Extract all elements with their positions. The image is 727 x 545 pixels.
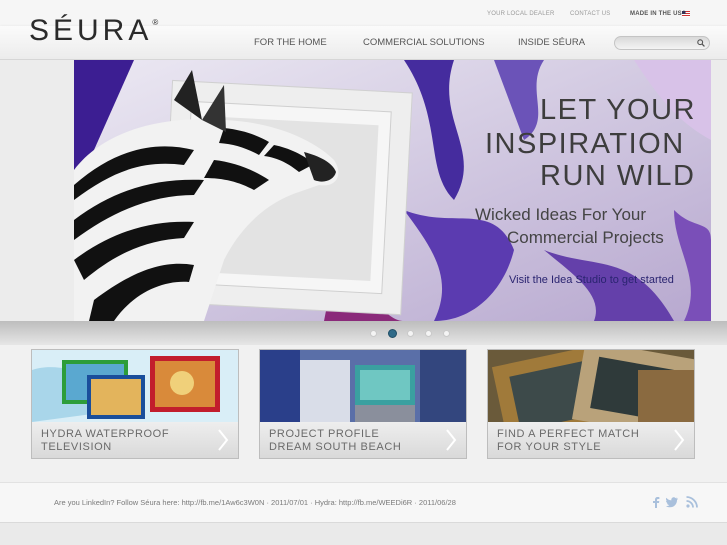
bottom-strip <box>0 522 727 545</box>
promo-title-line1: HYDRA WATERPROOF <box>41 428 170 440</box>
hero-side-right <box>711 60 727 321</box>
hero-headline-2: INSPIRATION <box>485 128 685 160</box>
contact-link[interactable]: CONTACT US <box>570 11 610 17</box>
seura-logo[interactable]: SÉURA® <box>29 14 158 48</box>
nav-for-the-home[interactable]: FOR THE HOME <box>254 37 327 48</box>
promo-title-line2: DREAM SOUTH BEACH <box>269 441 402 453</box>
carousel-dot-5[interactable] <box>443 330 450 337</box>
rss-icon[interactable] <box>686 496 698 508</box>
made-in-usa-label: MADE IN THE USA <box>630 11 687 17</box>
chevron-right-icon <box>218 429 229 451</box>
carousel-dot-1[interactable] <box>370 330 377 337</box>
promo-caption: FIND A PERFECT MATCH FOR YOUR STYLE <box>488 422 694 458</box>
hero-subheadline-1: Wicked Ideas For Your <box>475 205 647 224</box>
nav-commercial-solutions[interactable]: COMMERCIAL SOLUTIONS <box>363 37 485 48</box>
carousel-dot-4[interactable] <box>425 330 432 337</box>
page: { "brand": {"logo_text": "SÉURA", "logo_… <box>0 0 727 545</box>
hydra-tv-image <box>32 350 238 422</box>
search-box[interactable] <box>614 36 710 50</box>
dealer-link[interactable]: YOUR LOCAL DEALER <box>487 11 555 17</box>
nav-inside-seura[interactable]: INSIDE SÉURA <box>518 37 585 48</box>
hero-headline-1: LET YOUR <box>540 94 696 126</box>
chevron-right-icon <box>446 429 457 451</box>
promo-caption: PROJECT PROFILE DREAM SOUTH BEACH <box>260 422 466 458</box>
hero-banner[interactable]: LET YOUR INSPIRATION RUN WILD Wicked Ide… <box>74 60 711 321</box>
carousel-dot-3[interactable] <box>407 330 414 337</box>
promo-project-profile[interactable]: PROJECT PROFILE DREAM SOUTH BEACH <box>259 349 467 459</box>
hero-headline-3: RUN WILD <box>540 160 696 192</box>
promo-title-line1: PROJECT PROFILE <box>269 428 380 440</box>
dream-south-beach-image <box>260 350 466 422</box>
idea-studio-link[interactable]: Visit the Idea Studio to get started <box>509 274 674 286</box>
promo-title-line2: TELEVISION <box>41 441 112 453</box>
promo-title-line2: FOR YOUR STYLE <box>497 441 602 453</box>
facebook-icon[interactable] <box>650 496 662 508</box>
frames-image <box>488 350 694 422</box>
promo-caption: HYDRA WATERPROOF TELEVISION <box>32 422 238 458</box>
twitter-feed-bar: Are you LinkedIn? Follow Séura here: htt… <box>0 482 727 522</box>
twitter-icon[interactable] <box>666 496 678 508</box>
promo-perfect-match[interactable]: FIND A PERFECT MATCH FOR YOUR STYLE <box>487 349 695 459</box>
carousel-dot-2[interactable] <box>388 329 397 338</box>
chevron-right-icon <box>674 429 685 451</box>
promo-title-line1: FIND A PERFECT MATCH <box>497 428 640 440</box>
search-input[interactable] <box>621 38 695 48</box>
promo-hydra-tv[interactable]: HYDRA WATERPROOF TELEVISION <box>31 349 239 459</box>
tweet-ticker[interactable]: Are you LinkedIn? Follow Séura here: htt… <box>54 498 574 508</box>
hero-side-left <box>0 60 74 321</box>
search-icon[interactable] <box>697 39 705 47</box>
us-flag-icon <box>682 11 690 17</box>
hero-subheadline-2: Commercial Projects <box>507 228 664 247</box>
carousel-bar <box>0 321 727 345</box>
